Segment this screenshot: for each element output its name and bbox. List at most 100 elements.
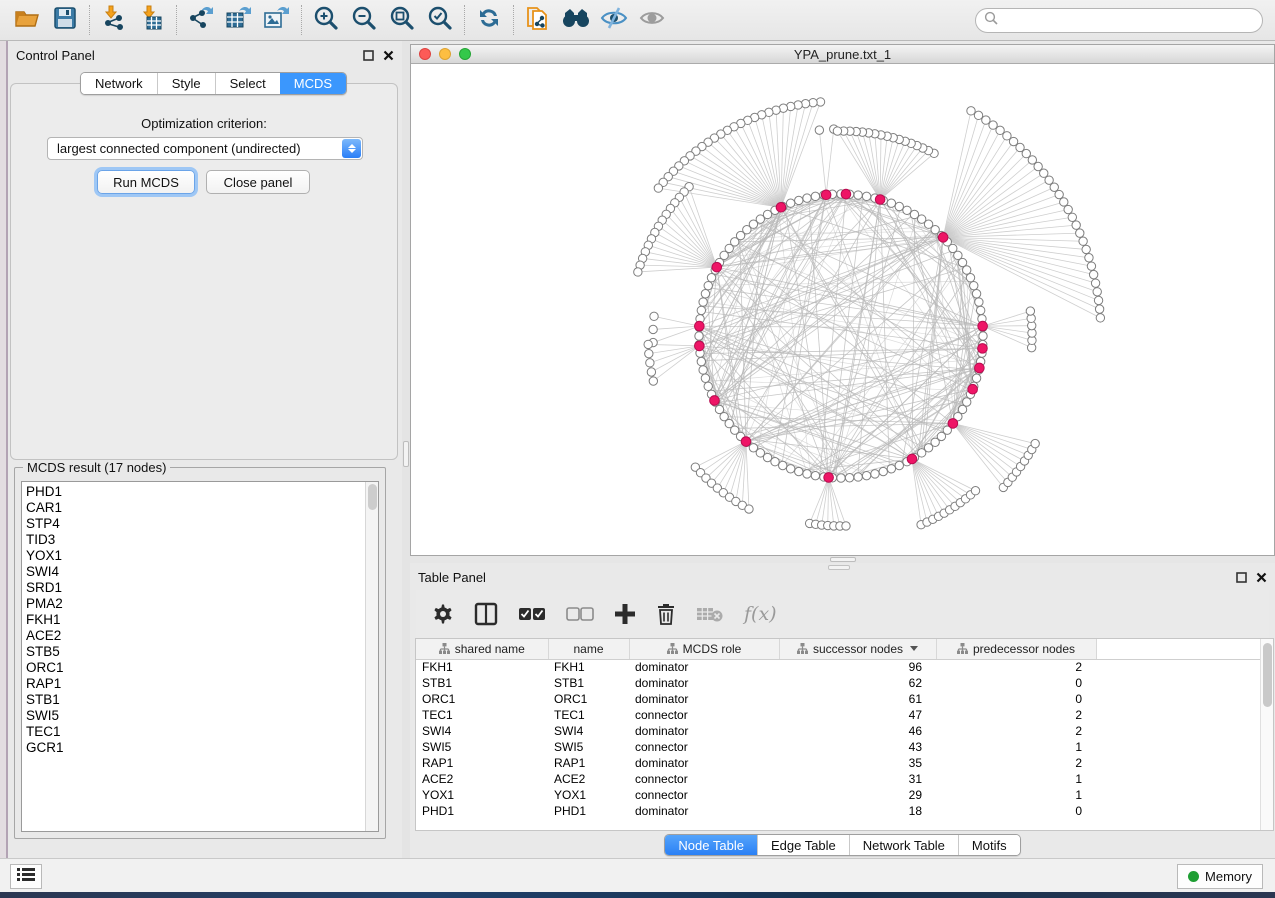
function-builder-icon[interactable]: f(x) [744, 603, 777, 625]
network-node[interactable] [1055, 190, 1063, 198]
network-node[interactable] [634, 268, 642, 276]
network-node[interactable] [649, 377, 657, 385]
mcds-result-item[interactable]: STP4 [22, 516, 362, 532]
mcds-result-item[interactable]: CAR1 [22, 500, 362, 516]
select-all-checkboxes-icon[interactable] [518, 606, 546, 622]
network-node[interactable] [1072, 221, 1080, 229]
criterion-select[interactable]: largest connected component (undirected) [47, 137, 363, 160]
network-node[interactable] [1085, 254, 1093, 262]
network-node[interactable] [976, 306, 984, 314]
network-node[interactable] [972, 290, 980, 298]
dominator-node[interactable] [968, 384, 978, 394]
close-panel-icon[interactable] [1256, 570, 1267, 588]
network-node[interactable] [786, 199, 794, 207]
network-node[interactable] [887, 465, 895, 473]
dominator-node[interactable] [821, 190, 831, 200]
dominator-node[interactable] [695, 341, 705, 351]
run-mcds-button[interactable]: Run MCDS [97, 170, 195, 194]
column-header-successor-nodes[interactable]: successor nodes [779, 639, 936, 659]
network-node[interactable] [1091, 279, 1099, 287]
refresh-view-button[interactable] [470, 3, 508, 37]
network-node[interactable] [1079, 237, 1087, 245]
panel-drag-grip[interactable] [828, 565, 850, 570]
tab-mcds[interactable]: MCDS [280, 73, 346, 94]
network-node[interactable] [811, 471, 819, 479]
dominator-node[interactable] [938, 233, 948, 243]
hide-selected-button[interactable] [595, 3, 633, 37]
mcds-result-item[interactable]: SRD1 [22, 580, 362, 596]
tab-style[interactable]: Style [157, 73, 215, 94]
tab-node-table[interactable]: Node Table [665, 835, 757, 855]
network-node[interactable] [895, 461, 903, 469]
export-network-button[interactable] [182, 3, 220, 37]
network-node[interactable] [644, 340, 652, 348]
zoom-selected-button[interactable] [421, 3, 459, 37]
table-row[interactable]: ORC1ORC1dominator610 [416, 691, 1262, 707]
network-node[interactable] [645, 349, 653, 357]
network-node[interactable] [763, 453, 771, 461]
network-node[interactable] [887, 199, 895, 207]
dominator-node[interactable] [978, 321, 988, 331]
table-row[interactable]: STB1STB1dominator620 [416, 675, 1262, 691]
table-row[interactable]: SWI5SWI5connector431 [416, 739, 1262, 755]
mcds-result-item[interactable]: ACE2 [22, 628, 362, 644]
export-table-button[interactable] [220, 3, 258, 37]
network-node[interactable] [647, 368, 655, 376]
network-node[interactable] [699, 366, 707, 374]
network-node[interactable] [649, 325, 657, 333]
splitter-grip[interactable] [830, 557, 856, 562]
add-column-icon[interactable] [614, 603, 636, 625]
network-node[interactable] [979, 332, 987, 340]
network-node[interactable] [704, 281, 712, 289]
mcds-result-item[interactable]: SWI4 [22, 564, 362, 580]
column-header-MCDS-role[interactable]: MCDS role [629, 639, 779, 659]
network-node[interactable] [871, 470, 879, 478]
network-node[interactable] [910, 210, 918, 218]
mcds-result-item[interactable]: SWI5 [22, 708, 362, 724]
network-node[interactable] [854, 191, 862, 199]
import-table-button[interactable] [133, 3, 171, 37]
splitter-grip[interactable] [403, 441, 409, 467]
deselect-all-checkboxes-icon[interactable] [566, 606, 594, 622]
column-header-predecessor-nodes[interactable]: predecessor nodes [936, 639, 1096, 659]
show-hidden-button[interactable] [633, 3, 671, 37]
network-node[interactable] [862, 471, 870, 479]
network-node[interactable] [771, 458, 779, 466]
network-node[interactable] [837, 474, 845, 482]
network-node[interactable] [879, 467, 887, 475]
network-node[interactable] [1093, 288, 1101, 296]
network-node[interactable] [845, 474, 853, 482]
network-node[interactable] [654, 184, 662, 192]
network-node[interactable] [862, 192, 870, 200]
table-row[interactable]: TEC1TEC1connector472 [416, 707, 1262, 723]
network-node[interactable] [854, 473, 862, 481]
mcds-result-item[interactable]: STB1 [22, 692, 362, 708]
network-node[interactable] [989, 121, 997, 129]
network-node[interactable] [803, 470, 811, 478]
mcds-result-item[interactable]: PMA2 [22, 596, 362, 612]
dominator-node[interactable] [712, 262, 722, 272]
network-canvas[interactable] [411, 64, 1274, 555]
network-node[interactable] [1095, 305, 1103, 313]
network-node[interactable] [958, 405, 966, 413]
network-node[interactable] [1082, 245, 1090, 253]
network-node[interactable] [966, 274, 974, 282]
mcds-result-item[interactable]: YOX1 [22, 548, 362, 564]
zoom-in-button[interactable] [307, 3, 345, 37]
network-node[interactable] [795, 467, 803, 475]
network-node[interactable] [701, 290, 709, 298]
network-node[interactable] [970, 281, 978, 289]
network-node[interactable] [695, 332, 703, 340]
horizontal-splitter[interactable] [410, 556, 1275, 563]
dominator-node[interactable] [978, 344, 988, 354]
search-input[interactable] [1004, 13, 1254, 27]
table-scrollbar[interactable] [1260, 639, 1273, 830]
close-panel-icon[interactable] [383, 48, 394, 66]
mcds-list-scrollbar[interactable] [365, 482, 378, 831]
table-row[interactable]: YOX1YOX1connector291 [416, 787, 1262, 803]
column-header-shared-name[interactable]: shared name [416, 639, 548, 659]
dominator-node[interactable] [741, 437, 751, 447]
network-window-titlebar[interactable]: YPA_prune.txt_1 [411, 45, 1274, 64]
dominator-node[interactable] [907, 454, 917, 464]
tab-edge-table[interactable]: Edge Table [757, 835, 849, 855]
